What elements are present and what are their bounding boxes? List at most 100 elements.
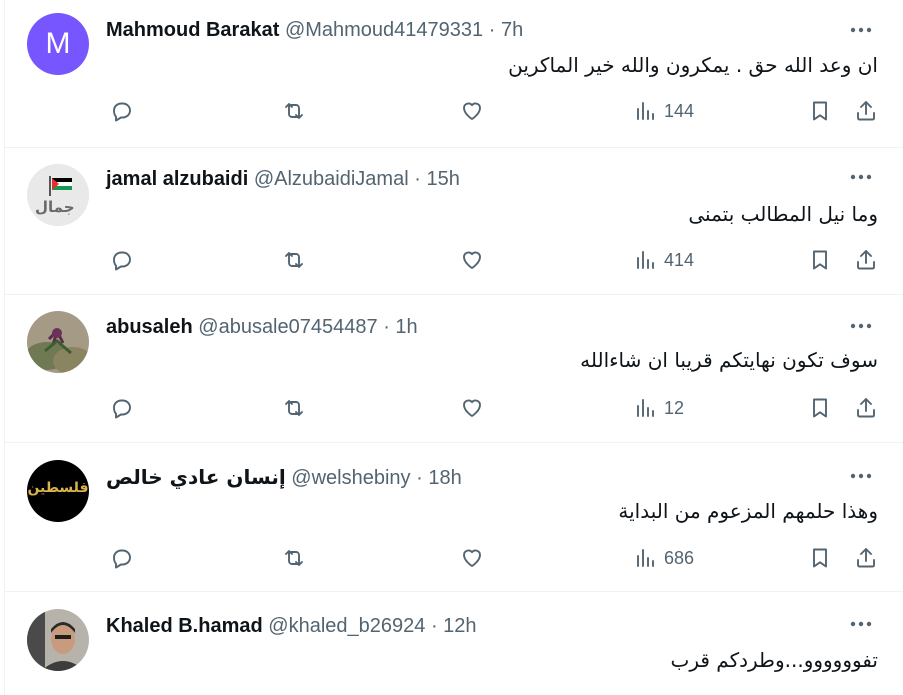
tweet-actions: 686 — [106, 543, 880, 573]
avatar-text: جمال — [35, 198, 75, 216]
avatar[interactable]: جمال — [27, 164, 89, 226]
tweet[interactable]: abusaleh @abusale07454487 · 1h سوف تكون … — [4, 294, 903, 443]
reply-button[interactable] — [109, 393, 133, 423]
like-button[interactable] — [460, 96, 484, 126]
avatar[interactable] — [27, 311, 89, 373]
retweet-button[interactable] — [282, 96, 306, 126]
reply-button[interactable] — [109, 543, 133, 573]
tweet[interactable]: M Mahmoud Barakat @Mahmoud41479331 · 7h … — [4, 0, 903, 148]
like-button[interactable] — [460, 543, 484, 573]
heart-icon — [463, 102, 481, 120]
tweet-text: وهذا حلمهم المزعوم من البداية — [618, 499, 878, 523]
more-options-button[interactable] — [846, 165, 876, 189]
more-options-button[interactable] — [846, 314, 876, 338]
tweet[interactable]: Khaled B.hamad @khaled_b26924 · 12h تفوو… — [4, 591, 903, 695]
views-count: 144 — [664, 100, 695, 121]
tweet-header: abusaleh @abusale07454487 · 1h — [106, 315, 418, 339]
author-name[interactable]: Mahmoud Barakat — [106, 19, 279, 41]
like-button[interactable] — [460, 245, 484, 275]
author-handle[interactable]: @abusale07454487 — [198, 316, 377, 338]
bookmark-button[interactable] — [808, 245, 832, 275]
tweet-text: وما نيل المطالب بتمنى — [688, 202, 878, 226]
author-handle[interactable]: @AlzubaidiJamal — [254, 168, 409, 190]
views-chart-icon — [637, 102, 654, 120]
tweet[interactable]: جمال jamal alzubaidi @AlzubaidiJamal · 1… — [4, 147, 903, 295]
tweet-text: سوف تكون نهايتكم قريبا ان شاءالله — [580, 348, 878, 372]
share-icon — [857, 250, 875, 270]
avatar-text: فلسطين — [27, 480, 89, 496]
separator-dot: · — [416, 467, 423, 489]
tweet-text: تفوووووو...وطردكم قرب — [670, 648, 878, 672]
author-name[interactable]: jamal alzubaidi — [106, 168, 248, 190]
reply-button[interactable] — [109, 245, 133, 275]
views-count: 12 — [664, 397, 685, 418]
reply-icon — [113, 102, 131, 122]
reply-icon — [113, 251, 131, 271]
share-button[interactable] — [854, 543, 878, 573]
avatar[interactable] — [27, 609, 89, 671]
more-options-button[interactable] — [846, 18, 876, 42]
tweet-text: ان وعد الله حق . يمكرون والله خير الماكر… — [508, 53, 878, 77]
like-button[interactable] — [460, 393, 484, 423]
author-name[interactable]: abusaleh — [106, 316, 193, 338]
timestamp[interactable]: 7h — [501, 19, 523, 41]
views-button[interactable]: 686 — [634, 543, 694, 573]
views-button[interactable]: 144 — [634, 96, 694, 126]
views-chart-icon — [637, 549, 654, 567]
tweet-header: jamal alzubaidi @AlzubaidiJamal · 15h — [106, 167, 460, 191]
bookmark-button[interactable] — [808, 543, 832, 573]
heart-icon — [463, 251, 481, 269]
reply-button[interactable] — [109, 96, 133, 126]
more-dots-icon — [850, 621, 872, 627]
share-icon — [857, 398, 875, 418]
reply-icon — [113, 549, 131, 569]
palestine-flag-avatar-icon — [27, 164, 89, 226]
avatar[interactable]: M — [27, 13, 89, 75]
separator-dot: · — [414, 168, 421, 190]
bookmark-button[interactable] — [808, 393, 832, 423]
more-dots-icon — [850, 174, 872, 180]
author-handle[interactable]: @Mahmoud41479331 — [285, 19, 483, 41]
retweet-button[interactable] — [282, 245, 306, 275]
retweet-icon — [285, 550, 303, 566]
bookmark-button[interactable] — [808, 96, 832, 126]
tweet-actions: 414 — [106, 245, 880, 275]
retweet-button[interactable] — [282, 543, 306, 573]
author-name[interactable]: إنسان عادي خالص — [106, 465, 286, 489]
views-button[interactable]: 12 — [634, 393, 684, 423]
bookmark-icon — [813, 101, 827, 121]
tweet[interactable]: فلسطين إنسان عادي خالص @welshebiny · 18h… — [4, 442, 903, 592]
more-dots-icon — [850, 27, 872, 33]
timestamp[interactable]: 15h — [426, 168, 459, 190]
timestamp[interactable]: 12h — [443, 615, 476, 637]
author-handle[interactable]: @khaled_b26924 — [268, 615, 425, 637]
more-dots-icon — [850, 323, 872, 329]
heart-icon — [463, 549, 481, 567]
more-options-button[interactable] — [846, 612, 876, 636]
tweet-header: إنسان عادي خالص @welshebiny · 18h — [106, 465, 462, 489]
views-count: 414 — [664, 249, 695, 270]
timestamp[interactable]: 18h — [428, 467, 461, 489]
timestamp[interactable]: 1h — [395, 316, 417, 338]
person-photo-avatar-icon — [27, 609, 89, 671]
author-name[interactable]: Khaled B.hamad — [106, 615, 263, 637]
views-chart-icon — [637, 251, 654, 269]
bookmark-icon — [813, 548, 827, 568]
replies-feed: M Mahmoud Barakat @Mahmoud41479331 · 7h … — [0, 0, 903, 695]
avatar-letter: M — [45, 27, 71, 60]
share-button[interactable] — [854, 245, 878, 275]
share-icon — [857, 101, 875, 121]
views-chart-icon — [637, 399, 654, 417]
tweet-header: Khaled B.hamad @khaled_b26924 · 12h — [106, 614, 477, 638]
bookmark-icon — [813, 250, 827, 270]
share-button[interactable] — [854, 393, 878, 423]
share-button[interactable] — [854, 96, 878, 126]
more-options-button[interactable] — [846, 464, 876, 488]
author-handle[interactable]: @welshebiny — [291, 467, 410, 489]
retweet-button[interactable] — [282, 393, 306, 423]
tweet-actions: 12 — [106, 393, 880, 423]
retweet-icon — [285, 252, 303, 268]
flower-photo-avatar-icon — [27, 311, 89, 373]
views-button[interactable]: 414 — [634, 245, 694, 275]
avatar[interactable]: فلسطين — [27, 460, 89, 522]
